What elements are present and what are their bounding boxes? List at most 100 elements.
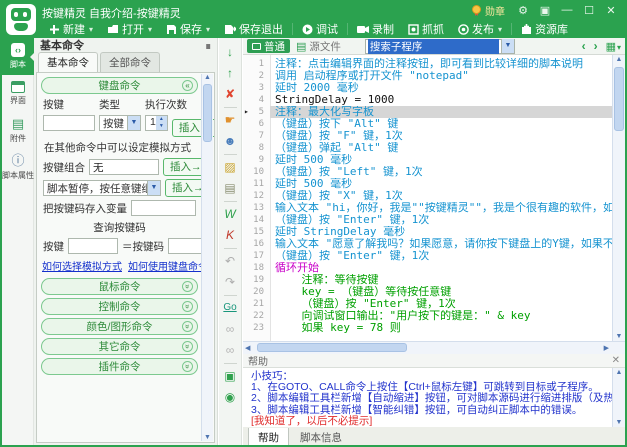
code-editor[interactable]: 1注释：点击编辑界面的注释按钮，即可看到比较详细的脚本说明2调用 启动程序或打开…	[243, 55, 625, 341]
toolbar-button-save[interactable]: 保存▾	[159, 20, 217, 38]
section-颜色/图形命令[interactable]: 颜色/图形命令»	[41, 318, 198, 335]
scroll-up-icon[interactable]: ▲	[613, 369, 625, 376]
toolbar-button-new[interactable]: 新建▾	[42, 20, 100, 38]
goto-line-icon[interactable]: Go	[219, 298, 241, 319]
window-view-icon[interactable]: ▣	[219, 366, 241, 387]
command-panel-scrollbar[interactable]: ▲ ▼	[201, 74, 213, 441]
find-next-icon[interactable]: ∞	[219, 340, 241, 361]
code-line[interactable]: 7（键盘）按 "F" 键，1次	[243, 130, 625, 142]
step-up-icon[interactable]: ▲	[156, 116, 167, 123]
combo-input[interactable]	[89, 159, 159, 175]
medal-badge[interactable]: 勋章	[471, 3, 505, 18]
toolbar-button-library[interactable]: 资源库	[514, 20, 575, 38]
nav-back-icon[interactable]: ‹	[582, 39, 586, 53]
section-其它命令[interactable]: 其它命令»	[41, 338, 198, 355]
expand-icon[interactable]: »	[182, 321, 193, 332]
help-link[interactable]: 如何使用键盘命令	[128, 258, 208, 273]
smart-correct-icon[interactable]: K	[219, 225, 241, 246]
chevron-down-icon[interactable]: ▼	[127, 116, 140, 130]
chevron-down-icon[interactable]: ▾	[89, 25, 93, 34]
toolbar-button-publish[interactable]: 发布▾	[451, 20, 509, 38]
tab-基本命令[interactable]: 基本命令	[38, 52, 98, 72]
normal-view-button[interactable]: 普通	[247, 39, 290, 53]
expand-icon[interactable]: »	[182, 361, 193, 372]
code-line[interactable]: 5注释：最大化写字板	[243, 106, 625, 118]
pane-layout-icon[interactable]: ▦▾	[606, 40, 621, 53]
code-line[interactable]: 8（键盘）弹起 "Alt" 键	[243, 142, 625, 154]
scroll-up-icon[interactable]: ▲	[613, 56, 625, 63]
code-line[interactable]: 12（键盘）按 "X" 键，1次	[243, 190, 625, 202]
code-line[interactable]: 15延时 StringDelay 毫秒	[243, 226, 625, 238]
code-line[interactable]: 3延时 2000 毫秒	[243, 82, 625, 94]
code-line[interactable]: 2调用 启动程序或打开文件 "notepad"	[243, 70, 625, 82]
editor-vertical-scrollbar[interactable]: ▲ ▼	[612, 55, 625, 341]
expand-icon[interactable]: »	[182, 341, 193, 352]
help-scrollbar[interactable]: ▲ ▼	[612, 368, 625, 427]
sidebar-item-附件[interactable]: ▤附件	[2, 112, 34, 149]
code-line[interactable]: 22 向调试窗口输出："用户按下的键是：" & key	[243, 310, 625, 322]
step-down-icon[interactable]: ▼	[156, 123, 167, 130]
sidebar-item-界面[interactable]: 界面	[2, 75, 34, 112]
chevron-down-icon[interactable]: ▾	[148, 25, 152, 34]
scroll-down-icon[interactable]: ▼	[613, 333, 625, 340]
collapse-icon[interactable]: «	[182, 80, 193, 91]
scroll-left-icon[interactable]: ◀	[245, 344, 250, 352]
code-line[interactable]: 17（键盘）按 "Enter" 键，1次	[243, 250, 625, 262]
section-控制命令[interactable]: 控制命令»	[41, 298, 198, 315]
code-line[interactable]: 1注释：点击编辑界面的注释按钮，即可看到比较详细的脚本说明	[243, 58, 625, 70]
code-line[interactable]: 10（键盘）按 "Left" 键，1次	[243, 166, 625, 178]
code-line[interactable]: 4StringDelay = 1000	[243, 94, 625, 106]
chevron-down-icon[interactable]: ▼	[147, 181, 160, 195]
paste-icon[interactable]: ▤	[219, 178, 241, 199]
code-line[interactable]: 20 key = （键盘）等待按任意键	[243, 286, 625, 298]
toolbar-button-debug-play[interactable]: 调试	[295, 20, 345, 38]
bottom-tab-脚本信息[interactable]: 脚本信息	[291, 428, 351, 447]
chevron-down-icon[interactable]: ▾	[206, 25, 210, 34]
toolbar-button-save-exit[interactable]: 保存退出	[217, 20, 290, 38]
chevron-down-icon[interactable]: ▼	[501, 39, 514, 53]
toolbar-button-open-folder[interactable]: 打开▾	[100, 20, 159, 38]
maximize-button[interactable]: ☐	[581, 4, 597, 17]
section-keyboard-commands[interactable]: 键盘命令 «	[41, 77, 198, 94]
code-line[interactable]: 13输入文本 "hi，你好，我是""按键精灵""，我是个很有趣的软件，如果你愿意…	[243, 202, 625, 214]
skin-icon[interactable]: ▣	[537, 4, 553, 17]
scroll-thumb[interactable]	[614, 67, 624, 131]
help-tip-icon[interactable]: ◉	[219, 387, 241, 408]
redo-icon[interactable]: ↷	[219, 272, 241, 293]
sidebar-item-脚本[interactable]: ‹›脚本	[2, 38, 34, 75]
scroll-thumb[interactable]	[203, 84, 212, 142]
code-line[interactable]: 9延时 500 毫秒	[243, 154, 625, 166]
code-line[interactable]: 18循环开始	[243, 262, 625, 274]
scroll-right-icon[interactable]: ▶	[604, 344, 609, 352]
scroll-down-icon[interactable]: ▼	[202, 434, 213, 441]
code-line[interactable]: 21 （键盘）按 "Enter" 键，1次	[243, 298, 625, 310]
nav-forward-icon[interactable]: ›	[594, 39, 598, 53]
toolbar-button-capture[interactable]: 抓抓	[401, 20, 451, 38]
expand-icon[interactable]: »	[182, 301, 193, 312]
code-line[interactable]: 19 注释：等待按键	[243, 274, 625, 286]
tab-全部命令[interactable]: 全部命令	[100, 52, 160, 72]
move-up-icon[interactable]: ↑	[219, 63, 241, 84]
code-line[interactable]: 11延时 500 毫秒	[243, 178, 625, 190]
pin-icon[interactable]: ∎	[205, 38, 211, 54]
sidebar-item-脚本属性[interactable]: ⓘ脚本属性	[2, 149, 34, 186]
close-button[interactable]: ✕	[603, 4, 619, 17]
key-input[interactable]	[43, 115, 95, 131]
source-file-button[interactable]: ▤ 源文件	[296, 39, 341, 54]
section-鼠标命令[interactable]: 鼠标命令»	[41, 278, 198, 295]
help-link[interactable]: 例子	[214, 258, 215, 273]
settings-gear-icon[interactable]: ⚙	[515, 4, 531, 17]
toolbar-button-record-camera[interactable]: 录制	[350, 20, 401, 38]
store-variable-input[interactable]	[131, 200, 196, 216]
close-icon[interactable]: ✕	[612, 355, 620, 366]
help-link[interactable]: 如何选择模拟方式	[42, 258, 122, 273]
auto-indent-icon[interactable]: W	[219, 204, 241, 225]
user-icon[interactable]: ☻	[219, 131, 241, 152]
scroll-down-icon[interactable]: ▼	[613, 419, 625, 426]
undo-icon[interactable]: ↶	[219, 251, 241, 272]
copy-icon[interactable]: ▨	[219, 157, 241, 178]
find-icon[interactable]: ∞	[219, 319, 241, 340]
search-subroutine-select[interactable]: 搜索子程序 ▼	[365, 39, 515, 54]
editor-horizontal-scrollbar[interactable]: ◀ ▶	[243, 341, 625, 354]
pause-select[interactable]: 脚本暂停，按任意键继续 ▼	[43, 180, 161, 196]
